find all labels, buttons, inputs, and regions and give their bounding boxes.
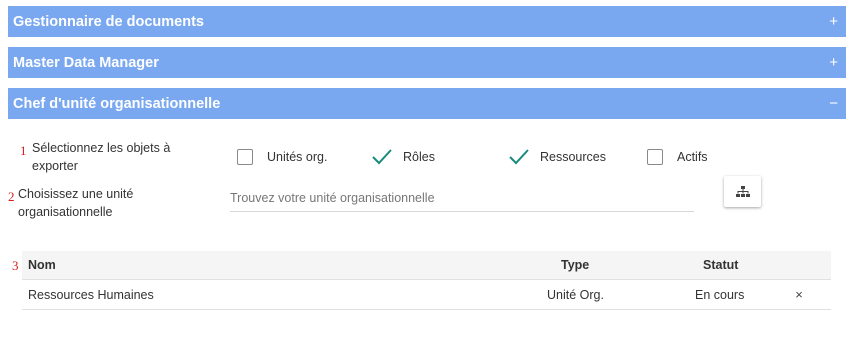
checkbox-roles[interactable]: Rôles [371,148,435,166]
export-objects-label-line: Sélectionnez les objets à [32,141,171,155]
org-unit-label-line: organisationnelle [18,205,113,219]
selected-units-table: Nom Type Statut Ressources Humaines Unit… [22,251,831,310]
row-status: En cours [695,287,745,302]
column-header-status[interactable]: Statut [703,251,738,279]
table-header: Nom Type Statut [22,251,831,280]
step-number: 1 [20,143,27,158]
checkbox-assets[interactable]: Actifs [647,149,708,165]
org-tree-button[interactable] [724,176,761,207]
export-objects-label: Sélectionnez les objets à exporter [32,139,170,175]
checkbox-org-units[interactable]: Unités org. [237,149,327,165]
column-header-name[interactable]: Nom [28,251,56,279]
expand-icon[interactable]: + [829,13,838,30]
checkbox-unchecked[interactable] [237,149,253,165]
org-unit-label-line: Choisissez une unité [18,187,134,201]
step-number: 3 [12,258,19,273]
export-objects-label-line: exporter [32,159,78,173]
panel-title: Master Data Manager [13,54,159,71]
panel-header-org-unit-manager[interactable]: Chef d'unité organisationnelle − [8,88,846,119]
checkbox-label: Ressources [540,150,606,164]
checkbox-label: Unités org. [267,150,328,164]
checkmark-icon[interactable] [508,148,530,166]
panel-title: Gestionnaire de documents [13,13,204,30]
checkbox-label: Rôles [403,150,435,164]
org-unit-label: Choisissez une unité organisationnelle [18,185,133,221]
panel-title: Chef d'unité organisationnelle [13,95,221,112]
checkbox-label: Actifs [677,150,708,164]
org-chart-icon [735,185,750,197]
checkbox-resources[interactable]: Ressources [508,148,606,166]
panel-header-master-data-manager[interactable]: Master Data Manager + [8,47,846,78]
remove-row-icon[interactable]: × [792,280,806,309]
checkmark-icon[interactable] [371,148,393,166]
step-number: 2 [8,189,15,204]
row-type: Unité Org. [547,287,604,302]
expand-icon[interactable]: + [829,54,838,71]
checkbox-unchecked[interactable] [647,149,663,165]
row-name: Ressources Humaines [28,287,154,302]
column-header-type[interactable]: Type [561,251,589,279]
org-unit-search-input[interactable] [230,184,694,212]
collapse-icon[interactable]: − [829,95,838,112]
table-row: Ressources Humaines Unité Org. En cours … [22,280,831,310]
panel-header-document-manager[interactable]: Gestionnaire de documents + [8,6,846,37]
